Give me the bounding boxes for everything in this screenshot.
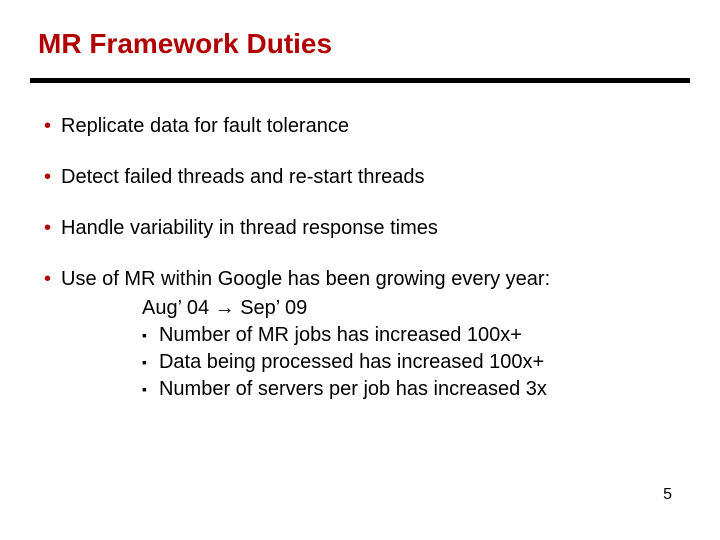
bullet-text: Handle variability in thread response ti… xyxy=(61,216,680,241)
slide-body: • Replicate data for fault tolerance • D… xyxy=(44,114,680,404)
bullet-dot-icon: • xyxy=(44,114,51,139)
bullet-item: • Detect failed threads and re-start thr… xyxy=(44,165,680,190)
sub-bullet-dateline: Aug’ 04 → Sep’ 09 xyxy=(142,296,680,321)
slide: MR Framework Duties • Replicate data for… xyxy=(0,0,720,540)
bullet-text: Use of MR within Google has been growing… xyxy=(61,267,680,292)
sub-bullet-text: Number of servers per job has increased … xyxy=(159,377,547,402)
sub-bullet-item: ▪ Data being processed has increased 100… xyxy=(142,350,680,375)
sub-bullet-item: ▪ Number of servers per job has increase… xyxy=(142,377,680,402)
bullet-dot-icon: • xyxy=(44,165,51,190)
bullet-text: Replicate data for fault tolerance xyxy=(61,114,680,139)
bullet-dot-icon: • xyxy=(44,216,51,241)
bullet-text: Detect failed threads and re-start threa… xyxy=(61,165,680,190)
sub-bullet-item: ▪ Number of MR jobs has increased 100x+ xyxy=(142,323,680,348)
sub-bullet-text: Number of MR jobs has increased 100x+ xyxy=(159,323,522,348)
page-number: 5 xyxy=(663,486,672,504)
sub-bullet-list: Aug’ 04 → Sep’ 09 ▪ Number of MR jobs ha… xyxy=(142,296,680,402)
slide-title: MR Framework Duties xyxy=(38,28,332,60)
bullet-item: • Use of MR within Google has been growi… xyxy=(44,267,680,292)
bullet-dot-icon: • xyxy=(44,267,51,292)
square-bullet-icon: ▪ xyxy=(142,350,147,375)
square-bullet-icon: ▪ xyxy=(142,377,147,402)
sub-bullet-text: Data being processed has increased 100x+ xyxy=(159,350,544,375)
bullet-item: • Replicate data for fault tolerance xyxy=(44,114,680,139)
title-divider xyxy=(30,78,690,83)
bullet-item: • Handle variability in thread response … xyxy=(44,216,680,241)
square-bullet-icon: ▪ xyxy=(142,323,147,348)
